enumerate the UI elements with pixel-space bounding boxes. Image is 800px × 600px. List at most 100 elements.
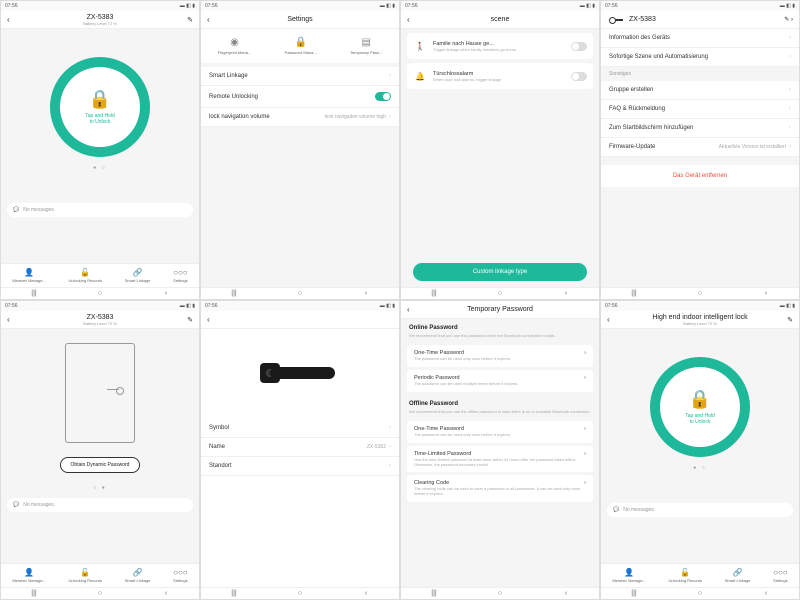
lock-icon: 🔒 <box>294 37 306 48</box>
remove-device-button[interactable]: Das Gerät entfernen <box>601 165 799 187</box>
content: ◉Fingerprint Mana... 🔒Password Mana... ▤… <box>201 29 399 287</box>
chevron-right-icon: › <box>389 73 391 79</box>
nav-recent[interactable]: ||| <box>28 290 40 298</box>
tab-settings[interactable]: ○○○Settings <box>173 268 188 283</box>
back-icon[interactable]: ‹ <box>407 305 410 314</box>
back-icon[interactable]: ‹ <box>7 15 10 24</box>
alarm-icon: 🔔 <box>413 69 427 83</box>
bottom-tabs: 👤Member Manage... 🔓Unlocking Records 🔗Sm… <box>1 263 199 287</box>
status-bar: 07:56▬ ◧ ▮ <box>201 1 399 11</box>
tab-records[interactable]: 🔓Unlocking Records <box>669 568 703 583</box>
row-name[interactable]: NameZX-5382› <box>201 438 399 457</box>
row-firmware[interactable]: Firmware-UpdateAktuellste Version ist in… <box>601 138 799 157</box>
section-other: Sonstiges <box>601 67 799 81</box>
obtain-password-button[interactable]: Obtain Dynamic Password <box>60 457 141 473</box>
page-dots: ● ○ <box>93 165 106 171</box>
status-icons: ▬ ◧ ▮ <box>180 3 195 9</box>
row-device-info[interactable]: Information des Geräts› <box>601 29 799 48</box>
screen-unlock-alt: 07:56▬ ◧ ▮ ‹ High end indoor intelligent… <box>600 300 800 600</box>
android-nav: |||○‹ <box>201 287 399 299</box>
edit-icon[interactable]: ✎ <box>787 316 793 324</box>
card-timelimited[interactable]: Time-Limited Password›Use the time-limit… <box>407 446 593 473</box>
tab-settings[interactable]: ○○○Settings <box>173 568 188 583</box>
person-icon: 🚶 <box>413 39 427 53</box>
row-location[interactable]: Standort› <box>201 457 399 476</box>
message-icon: 💬 <box>613 507 619 513</box>
tab-linkage[interactable]: 🔗Smart Linkage <box>125 568 151 583</box>
list-icon: ▤ <box>361 37 370 48</box>
tab-linkage[interactable]: 🔗Smart Linkage <box>125 268 151 283</box>
screen-scene: 07:56▬ ◧ ▮ ‹scene 🚶 Familie nach Hause g… <box>400 0 600 300</box>
temp-password[interactable]: ▤Temporary Pass... <box>350 37 382 55</box>
card-onetime-offline[interactable]: One-Time Password›The password can be us… <box>407 421 593 443</box>
status-bar: 07:56 ▬ ◧ ▮ <box>1 1 199 11</box>
card-clearing[interactable]: Clearing Code›The clearing code can be u… <box>407 475 593 502</box>
remote-unlock-toggle[interactable] <box>375 92 391 101</box>
header: ‹ Settings <box>201 11 399 29</box>
tab-linkage[interactable]: 🔗Smart Linkage <box>725 568 751 583</box>
row-faq[interactable]: FAQ & Rückmeldung› <box>601 100 799 119</box>
screen-settings: 07:56▬ ◧ ▮ ‹ Settings ◉Fingerprint Mana.… <box>200 0 400 300</box>
nav-back[interactable]: ‹ <box>160 290 172 298</box>
tab-records[interactable]: 🔓Unlocking Records <box>69 568 103 583</box>
door-handle-icon <box>106 384 124 396</box>
fingerprint-mgmt[interactable]: ◉Fingerprint Mana... <box>218 37 252 55</box>
fingerprint-icon: ◉ <box>230 37 239 48</box>
settings-icon-row: ◉Fingerprint Mana... 🔒Password Mana... ▤… <box>201 29 399 63</box>
door-illustration <box>65 343 135 443</box>
battery-label: Battery Level 72 % <box>83 21 117 26</box>
screen-device-info: 07:56▬ ◧ ▮ ZX-5383 ✎ › Information des G… <box>600 0 800 300</box>
back-icon[interactable]: ‹ <box>207 15 210 24</box>
screen-temp-password: ‹Temporary Password Online Password We r… <box>400 300 600 600</box>
scene-title: scene <box>491 16 510 23</box>
row-smart-linkage[interactable]: Smart Linkage› <box>201 67 399 86</box>
edit-icon[interactable]: ✎ <box>187 16 193 24</box>
messages-bar[interactable]: 💬 No messages. <box>7 203 193 217</box>
row-add-home[interactable]: Zum Startbildschirm hinzufügen› <box>601 119 799 138</box>
message-text: No messages. <box>23 207 55 213</box>
edit-icon[interactable]: ✎ › <box>784 16 793 23</box>
unlock-label: Tap and Hold to Unlock <box>85 113 114 125</box>
row-create-group[interactable]: Gruppe erstellen› <box>601 81 799 100</box>
unlock-button[interactable]: 🔒 Tap and Hold to Unlock <box>50 57 150 157</box>
tab-settings[interactable]: ○○○Settings <box>773 568 788 583</box>
lock-icon: 🔒 <box>89 89 111 110</box>
card-onetime-online[interactable]: One-Time Password›The password can be us… <box>407 345 593 367</box>
online-header: Online Password <box>401 319 599 333</box>
linkage-icon: 🔗 <box>133 268 143 277</box>
status-time: 07:56 <box>5 3 18 9</box>
tab-member[interactable]: 👤Member Manage... <box>12 568 46 583</box>
custom-linkage-button[interactable]: Custom linkage type <box>413 263 587 281</box>
scene-toggle-1[interactable] <box>571 42 587 51</box>
scene-toggle-2[interactable] <box>571 72 587 81</box>
settings-icon: ○○○ <box>173 268 188 277</box>
row-instant-scene[interactable]: Sofortige Szene und Automatisierung› <box>601 48 799 67</box>
password-mgmt[interactable]: 🔒Password Mana... <box>285 37 317 55</box>
row-symbol[interactable]: Symbol› <box>201 419 399 438</box>
device-title: ZX-5383 <box>83 14 117 21</box>
edit-icon[interactable]: ✎ <box>187 316 193 324</box>
unlock-button[interactable]: 🔒 Tap and Hold to Unlock <box>650 357 750 457</box>
android-nav: ||| ○ ‹ <box>1 287 199 299</box>
nav-home[interactable]: ○ <box>94 290 106 298</box>
key-icon <box>609 17 623 23</box>
tab-member[interactable]: 👤Member Manage... <box>612 568 646 583</box>
messages-bar[interactable]: 💬 No messages. <box>7 498 193 512</box>
screen-dynamic-password: 07:56▬ ◧ ▮ ‹ ZX-5383Battery Level 72 % ✎… <box>0 300 200 600</box>
messages-bar[interactable]: 💬 No messages. <box>607 503 793 517</box>
scene-family-home: 🚶 Familie nach Hause ge...Trigger linkag… <box>407 33 593 59</box>
header: ‹ ZX-5383 Battery Level 72 % ✎ <box>1 11 199 29</box>
records-icon: 🔓 <box>80 268 90 277</box>
tab-records[interactable]: 🔓Unlocking Records <box>69 268 103 283</box>
back-icon[interactable]: ‹ <box>607 315 610 324</box>
tab-member[interactable]: 👤Member Manage... <box>12 268 46 283</box>
content: 🔒 Tap and Hold to Unlock ● ○ 💬 No messag… <box>1 29 199 263</box>
back-icon[interactable]: ‹ <box>407 15 410 24</box>
card-periodic[interactable]: Periodic Password›The password can be us… <box>407 370 593 392</box>
back-icon[interactable]: ‹ <box>207 315 210 324</box>
lock-icon: 🔒 <box>689 389 711 410</box>
row-nav-volume[interactable]: lock navigation volumelock navigation vo… <box>201 108 399 127</box>
screen-device-edit: 07:56▬ ◧ ▮ ‹ Symbol› NameZX-5382› Stando… <box>200 300 400 600</box>
back-icon[interactable]: ‹ <box>7 315 10 324</box>
offline-header: Offline Password <box>401 395 599 409</box>
